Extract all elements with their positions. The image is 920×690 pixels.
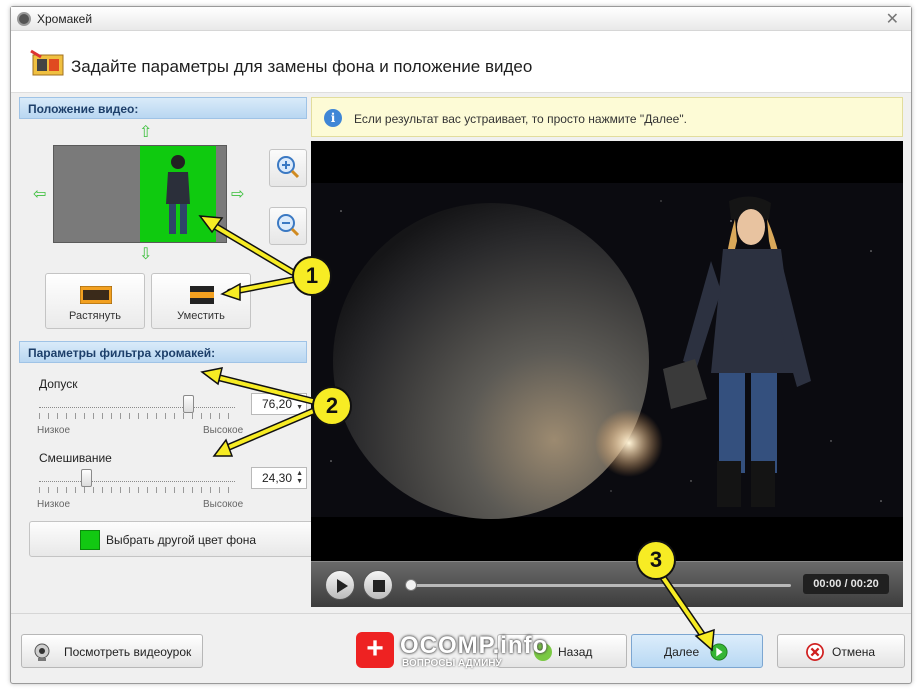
- callout-2: 2: [312, 386, 352, 426]
- watermark-tagline: ВОПРОСЫ АДМИНУ: [402, 658, 502, 669]
- watermark-logo-icon: +: [356, 632, 394, 668]
- watermark-brand: OCOMP.info: [400, 632, 549, 659]
- watermark: + OCOMP.info ВОПРОСЫ АДМИНУ: [356, 630, 566, 674]
- callout-1: 1: [292, 256, 332, 296]
- callout-3: 3: [636, 540, 676, 580]
- annotation-arrows: [198, 215, 715, 652]
